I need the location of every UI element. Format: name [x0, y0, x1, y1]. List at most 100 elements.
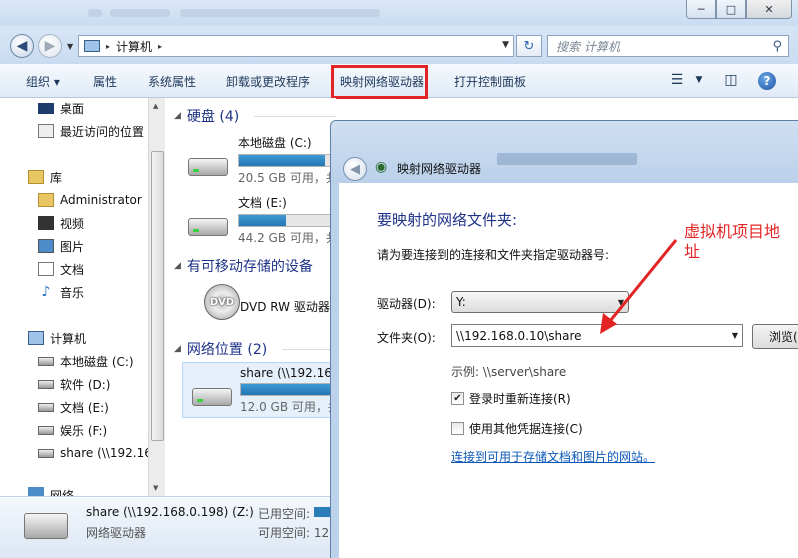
group-label: 硬盘 (4): [186, 109, 240, 125]
network-icon: [28, 487, 44, 496]
address-dropdown-icon[interactable]: ▼: [502, 40, 509, 50]
breadcrumb-computer[interactable]: 计算机: [116, 38, 152, 55]
breadcrumb-separator[interactable]: ▸: [158, 42, 162, 51]
drive-letter-select[interactable]: Y: ▼: [451, 291, 629, 313]
sidebar-item-drive-f[interactable]: 娱乐 (F:): [38, 420, 107, 440]
other-credentials-label: 使用其他凭据连接(C): [469, 422, 583, 436]
navigation-scrollbar[interactable]: ▲ ▼: [148, 98, 165, 496]
drive-icon: [38, 402, 54, 412]
sidebar-item-label: Administrator: [60, 193, 142, 207]
sidebar-item-desktop[interactable]: 桌面: [38, 98, 84, 118]
details-pane: share (\\192.168.0.198) (Z:) 网络驱动器 已用空间:…: [0, 496, 336, 558]
drive-icon: [38, 425, 54, 435]
details-type: 网络驱动器: [86, 526, 147, 540]
drive-name: share (\\192.168: [240, 366, 340, 380]
drive-free-space: 44.2 GB 可用，共: [238, 231, 338, 245]
recent-pages-chevron-icon[interactable]: ▼: [67, 42, 73, 51]
system-properties-button[interactable]: 系统属性: [148, 73, 196, 90]
view-options-icon[interactable]: ☰: [668, 72, 686, 90]
drive-usage-bar: [238, 154, 338, 167]
uninstall-program-button[interactable]: 卸载或更改程序: [226, 73, 310, 90]
properties-button[interactable]: 属性: [93, 73, 117, 90]
organize-button[interactable]: 组织 ▾: [26, 73, 60, 90]
dialog-title-bar-blurred: [497, 153, 637, 165]
minimize-button[interactable]: ─: [686, 0, 716, 19]
checkbox-unchecked-icon[interactable]: [451, 422, 464, 435]
recent-places-icon: [38, 124, 54, 138]
sidebar-item-videos[interactable]: 视频: [38, 213, 84, 233]
sidebar-item-share[interactable]: share (\\192.16: [38, 443, 152, 463]
group-header-network[interactable]: ◢ 网络位置 (2): [174, 339, 267, 359]
help-icon[interactable]: ?: [758, 72, 776, 90]
sidebar-item-computer[interactable]: 计算机: [28, 328, 86, 348]
drive-item-e[interactable]: 文档 (E:) 44.2 GB 可用，共: [238, 194, 338, 246]
network-drive-icon: ◉: [375, 159, 388, 175]
chevron-down-icon[interactable]: ▼: [732, 331, 738, 340]
dialog-header: ◀ ◉ 映射网络驱动器: [331, 121, 798, 183]
sidebar-item-label: 网络: [50, 489, 75, 496]
network-drive-icon: [190, 378, 232, 406]
sidebar-item-label: 文档 (E:): [60, 400, 109, 415]
maximize-button[interactable]: □: [716, 0, 746, 19]
sidebar-item-drive-e[interactable]: 文档 (E:): [38, 397, 109, 417]
sidebar-item-documents[interactable]: 文档: [38, 259, 84, 279]
sidebar-item-label: 最近访问的位置: [60, 124, 145, 139]
forward-arrow-icon: ▶: [44, 38, 56, 54]
checkbox-checked-icon[interactable]: ✔: [451, 392, 464, 405]
folder-path-input[interactable]: \\192.168.0.10\share ▼: [451, 324, 743, 347]
group-header-hdd[interactable]: ◢ 硬盘 (4): [174, 106, 239, 126]
dvd-drive-icon: DVD: [202, 284, 244, 320]
forward-button[interactable]: ▶: [38, 34, 62, 58]
reconnect-checkbox[interactable]: ✔ 登录时重新连接(R): [451, 390, 571, 407]
sidebar-item-drive-d[interactable]: 软件 (D:): [38, 374, 110, 394]
documents-icon: [38, 262, 54, 276]
view-dropdown-icon[interactable]: ▼: [690, 75, 708, 93]
group-header-removable[interactable]: ◢ 有可移动存储的设备: [174, 256, 313, 276]
drive-item-share[interactable]: share (\\192.168 12.0 GB 可用，共: [240, 366, 340, 415]
dialog-back-button[interactable]: ◀: [343, 157, 367, 181]
preview-pane-icon[interactable]: ◫: [722, 72, 740, 90]
other-credentials-checkbox[interactable]: 使用其他凭据连接(C): [451, 420, 583, 437]
sidebar-item-libraries[interactable]: 库: [28, 167, 62, 187]
sidebar-item-recent-places[interactable]: 最近访问的位置: [38, 121, 144, 141]
sidebar-item-drive-c[interactable]: 本地磁盘 (C:): [38, 351, 134, 371]
sidebar-item-label: 音乐: [60, 285, 85, 300]
address-bar[interactable]: ▸ 计算机 ▸ ▼: [78, 35, 514, 57]
refresh-button[interactable]: ↻: [516, 35, 542, 57]
sidebar-item-label: share (\\192.16: [60, 446, 152, 460]
drive-item-c[interactable]: 本地磁盘 (C:) 20.5 GB 可用，共: [238, 134, 338, 186]
sidebar-item-label: 视频: [60, 216, 85, 231]
drive-item-dvd[interactable]: DVD RW 驱动器: [240, 298, 330, 315]
title-bar-blurred-text: [180, 9, 380, 17]
scroll-up-icon[interactable]: ▲: [153, 102, 158, 110]
search-icon[interactable]: ⚲: [772, 39, 782, 54]
sidebar-item-label: 图片: [60, 239, 85, 254]
sidebar-item-pictures[interactable]: 图片: [38, 236, 84, 256]
title-bar-blurred-icon: [88, 9, 102, 17]
search-input[interactable]: 搜索 计算机 ⚲: [547, 35, 789, 57]
sidebar-item-network[interactable]: 网络: [28, 487, 74, 496]
browse-button[interactable]: 浏览(: [752, 324, 798, 349]
sidebar-item-administrator[interactable]: Administrator: [38, 190, 142, 210]
folder-path-value: \\192.168.0.10\share: [456, 328, 582, 343]
annotation-text: 虚拟机项目地址: [684, 222, 781, 261]
reconnect-label: 登录时重新连接(R): [469, 392, 571, 406]
drive-free-space: 12.0 GB 可用，共: [240, 400, 340, 414]
scroll-down-icon[interactable]: ▼: [153, 484, 158, 492]
sidebar-item-label: 软件 (D:): [60, 377, 111, 392]
folder-label: 文件夹(O):: [377, 331, 436, 345]
back-button[interactable]: ◀: [10, 34, 34, 58]
open-control-panel-button[interactable]: 打开控制面板: [454, 73, 526, 90]
breadcrumb-separator[interactable]: ▸: [106, 42, 110, 51]
map-network-drive-dialog: ◀ ◉ 映射网络驱动器 要映射的网络文件夹: 请为要连接到的连接和文件夹指定驱动…: [330, 120, 798, 558]
dialog-title: 映射网络驱动器: [397, 162, 482, 176]
group-divider: [254, 116, 336, 117]
libraries-icon: [28, 170, 44, 184]
navigation-pane: 桌面 最近访问的位置 库 Administrator 视频 图片 文档 ♪ 音乐 …: [0, 98, 165, 496]
close-button[interactable]: ✕: [746, 0, 792, 19]
connect-website-link[interactable]: 连接到可用于存储文档和图片的网站。: [451, 448, 655, 465]
sidebar-item-label: 库: [50, 170, 63, 185]
scroll-thumb[interactable]: [151, 151, 164, 441]
sidebar-item-music[interactable]: ♪ 音乐: [38, 282, 84, 302]
group-divider: [282, 349, 336, 350]
